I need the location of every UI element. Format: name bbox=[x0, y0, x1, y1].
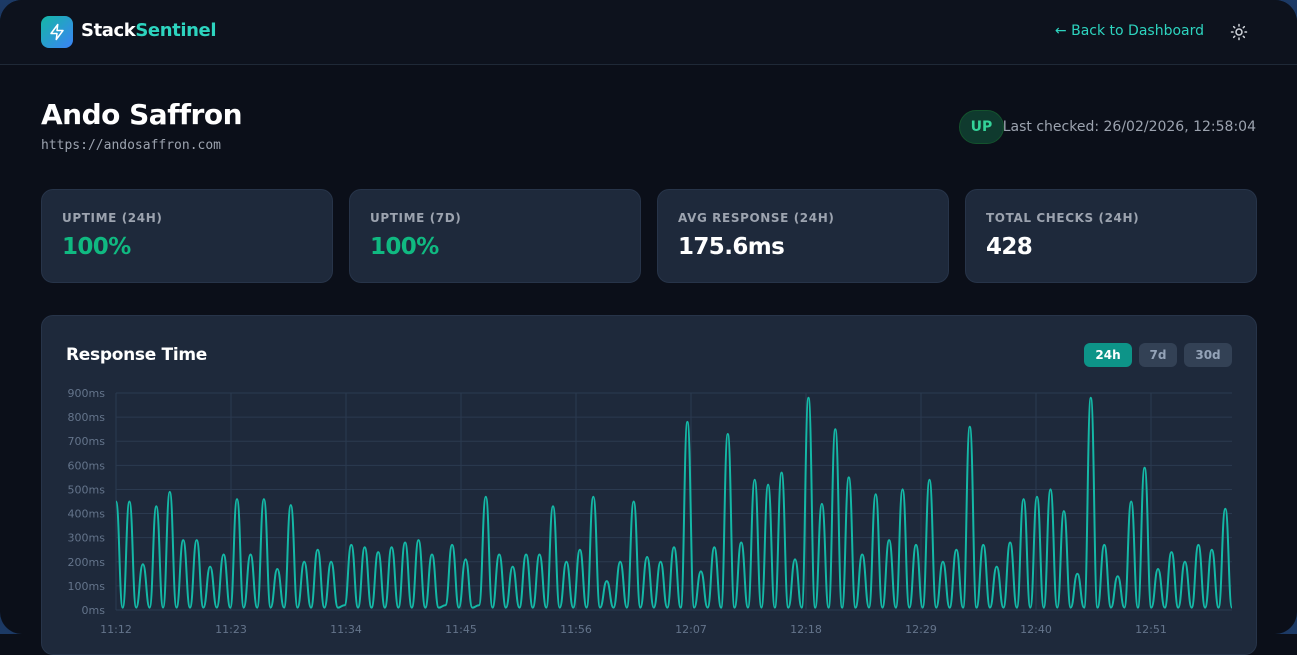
x-tick-label: 11:56 bbox=[560, 623, 592, 634]
x-tick-label: 12:18 bbox=[790, 623, 822, 634]
response-time-line bbox=[115, 396, 1233, 609]
y-tick-label: 700ms bbox=[68, 435, 106, 448]
y-tick-label: 100ms bbox=[68, 580, 106, 593]
x-tick-label: 12:29 bbox=[905, 623, 937, 634]
y-tick-label: 400ms bbox=[68, 508, 106, 521]
x-tick-label: 12:51 bbox=[1135, 623, 1167, 634]
y-tick-label: 300ms bbox=[68, 532, 106, 545]
x-tick-label: 11:45 bbox=[445, 623, 477, 634]
x-tick-label: 11:23 bbox=[215, 623, 247, 634]
x-tick-label: 12:07 bbox=[675, 623, 707, 634]
y-tick-label: 800ms bbox=[68, 411, 106, 424]
y-tick-label: 600ms bbox=[68, 459, 106, 472]
y-tick-label: 0ms bbox=[82, 604, 106, 617]
x-tick-label: 12:40 bbox=[1020, 623, 1052, 634]
response-time-chart: 0ms 100ms 200ms 300ms 400ms 500ms 600ms 700ms 80… bbox=[68, 387, 1233, 634]
x-tick-label: 11:34 bbox=[330, 623, 362, 634]
y-tick-label: 900ms bbox=[68, 387, 106, 400]
y-tick-label: 500ms bbox=[68, 483, 106, 496]
y-tick-label: 200ms bbox=[68, 556, 106, 569]
x-tick-label: 11:12 bbox=[100, 623, 132, 634]
